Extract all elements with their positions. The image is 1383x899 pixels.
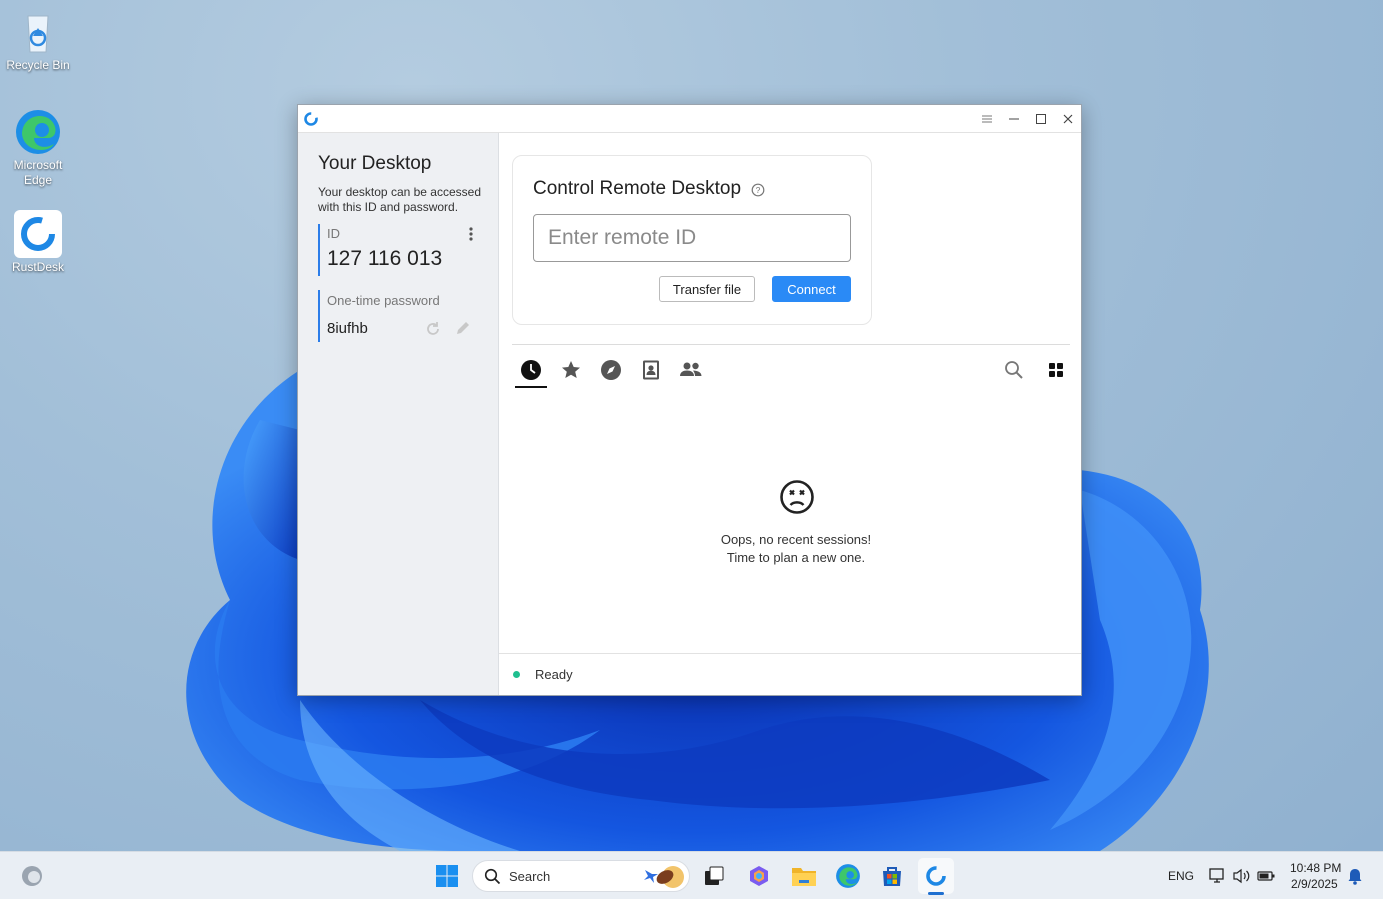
tab-group[interactable] [675, 355, 707, 385]
rustdesk-icon [926, 866, 946, 886]
rustdesk-logo-icon [303, 111, 319, 127]
status-indicator [513, 671, 520, 678]
sidebar-description: Your desktop can be accessed with this I… [318, 185, 482, 214]
id-value[interactable]: 127 116 013 [327, 247, 478, 271]
tab-recent-sessions[interactable] [515, 355, 547, 388]
windows-logo-icon [436, 865, 458, 887]
taskbar: Search ENG 10:48 PM 2/9/2025 [0, 851, 1383, 899]
rustdesk-taskbar-button[interactable] [918, 858, 954, 895]
more-options-icon[interactable] [468, 226, 474, 247]
edge-taskbar-button[interactable] [832, 860, 864, 892]
id-label: ID [327, 226, 340, 241]
store-icon [883, 867, 901, 886]
menu-icon[interactable] [975, 109, 999, 129]
language-indicator[interactable]: ENG [1168, 869, 1194, 883]
task-view-button[interactable] [698, 860, 730, 892]
title-bar[interactable] [298, 105, 1081, 133]
taskbar-search[interactable]: Search [472, 860, 690, 892]
edge-icon [836, 864, 860, 888]
rustdesk-icon [14, 210, 62, 258]
main-panel: Control Remote Desktop ? Transfer file C… [499, 133, 1081, 695]
active-app-indicator [928, 892, 944, 895]
section-divider [512, 344, 1070, 345]
control-title: Control Remote Desktop [533, 178, 742, 199]
file-explorer-button[interactable] [788, 860, 820, 892]
password-field: One-time password 8iufhb [318, 290, 478, 342]
tab-favorites[interactable] [555, 355, 587, 385]
search-icon [1005, 361, 1023, 379]
maximize-icon[interactable] [1029, 109, 1053, 129]
desktop-icon-recycle-bin[interactable]: Recycle Bin [3, 8, 73, 73]
empty-state-message: Oops, no recent sessions! Time to plan a… [720, 532, 872, 565]
network-icon[interactable] [1208, 867, 1226, 890]
store-button[interactable] [876, 860, 908, 892]
status-bar: Ready [499, 653, 1081, 695]
edit-password-icon[interactable] [454, 319, 472, 342]
status-text: Ready [535, 667, 573, 682]
remote-id-input[interactable] [533, 214, 851, 262]
copilot-icon [750, 866, 768, 886]
rustdesk-window: Your Desktop Your desktop can be accesse… [297, 104, 1082, 696]
control-remote-card: Control Remote Desktop ? Transfer file C… [512, 155, 872, 325]
clock-icon [521, 360, 541, 380]
clock-date[interactable]: 2/9/2025 [1291, 877, 1338, 891]
desktop-icon-edge[interactable]: Microsoft Edge [3, 108, 73, 188]
refresh-password-icon[interactable] [424, 320, 442, 343]
close-icon[interactable] [1056, 109, 1080, 129]
task-view-icon [705, 866, 724, 885]
notification-bell-icon[interactable] [1347, 867, 1363, 890]
password-label: One-time password [327, 293, 440, 308]
search-label: Search [509, 869, 551, 884]
tab-address-book[interactable] [635, 355, 667, 385]
help-icon[interactable]: ? [751, 183, 765, 202]
desktop-icon-rustdesk[interactable]: RustDesk [3, 210, 73, 275]
sidebar-title: Your Desktop [318, 153, 432, 174]
sad-face-icon [779, 479, 815, 520]
start-button[interactable] [431, 860, 463, 892]
copilot-button[interactable] [743, 860, 775, 892]
grid-view-button[interactable] [1040, 355, 1072, 385]
clock-time[interactable]: 10:48 PM [1290, 861, 1341, 875]
grid-icon [1049, 363, 1063, 377]
svg-text:?: ? [756, 185, 761, 195]
group-icon [680, 362, 702, 376]
volume-icon[interactable] [1232, 867, 1252, 890]
search-highlight-icon [644, 866, 684, 888]
folder-icon [792, 868, 816, 886]
compass-icon [601, 360, 621, 380]
battery-icon[interactable] [1256, 867, 1276, 890]
widgets-button[interactable] [16, 860, 48, 892]
address-book-icon [643, 360, 659, 380]
sidebar: Your Desktop Your desktop can be accesse… [298, 133, 499, 695]
tab-discovered[interactable] [595, 355, 627, 385]
minimize-icon[interactable] [1002, 109, 1026, 129]
recycle-bin-icon [14, 8, 62, 56]
search-sessions-button[interactable] [998, 355, 1030, 385]
connect-button[interactable]: Connect [772, 276, 851, 302]
id-field: ID 127 116 013 [318, 224, 478, 276]
star-icon [562, 361, 580, 378]
transfer-file-button[interactable]: Transfer file [659, 276, 755, 302]
search-icon [484, 868, 501, 885]
weather-icon [22, 866, 42, 886]
edge-icon [14, 108, 62, 156]
